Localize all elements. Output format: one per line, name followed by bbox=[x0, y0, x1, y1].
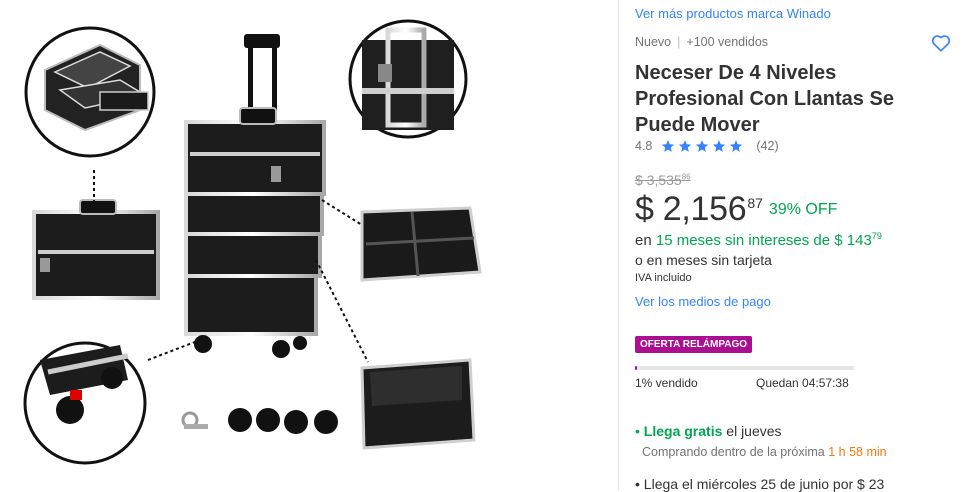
inset-handle bbox=[348, 19, 468, 139]
deal-countdown: Quedan 04:57:38 bbox=[756, 376, 849, 390]
flash-deal-badge: OFERTA RELÁMPAGO bbox=[635, 336, 753, 353]
price-amount: $ 2,156 bbox=[635, 190, 747, 228]
current-price: $ 2,156 87 39% OFF bbox=[635, 190, 837, 229]
rating-count: (42) bbox=[756, 139, 779, 153]
installments-prefix: en bbox=[635, 232, 652, 249]
payment-methods-link[interactable]: Ver los medios de pago bbox=[635, 294, 771, 309]
deal-progress-fill bbox=[635, 366, 638, 370]
installments-highlight: 15 meses sin intereses de $ 14379 bbox=[655, 231, 882, 249]
deal-progress-bar bbox=[635, 366, 854, 370]
inset-open-tray bbox=[24, 26, 156, 158]
deal-sold-label: 1% vendido bbox=[635, 376, 698, 390]
brand-link[interactable]: Ver más productos marca Winado bbox=[635, 6, 831, 21]
spare-parts bbox=[181, 408, 338, 434]
original-price-cents: 86 bbox=[681, 172, 691, 182]
shipping-free-highlight: Llega gratis bbox=[643, 423, 723, 439]
shipping-condition-time: 1 h 58 min bbox=[828, 445, 887, 459]
installments-line: en 15 meses sin intereses de $ 14379 bbox=[635, 231, 882, 249]
divider-tray bbox=[360, 206, 482, 282]
installments-cents: 79 bbox=[871, 231, 882, 241]
tax-note: IVA incluido bbox=[635, 272, 692, 284]
star-icon bbox=[713, 140, 726, 152]
rating-value: 4.8 bbox=[635, 139, 653, 153]
condition-row: Nuevo | +100 vendidos bbox=[635, 35, 768, 49]
star-icon bbox=[679, 140, 692, 152]
heart-outline-icon[interactable] bbox=[930, 32, 952, 54]
discount-label: 39% OFF bbox=[768, 201, 838, 218]
product-title: Neceser De 4 Niveles Profesional Con Lla… bbox=[635, 62, 894, 136]
dot-icon: • bbox=[635, 476, 640, 492]
shipping-free-day: el jueves bbox=[726, 423, 782, 439]
separator: | bbox=[677, 35, 681, 49]
rating-stars bbox=[661, 139, 746, 153]
product-photo-illustration bbox=[23, 19, 482, 465]
price-cents: 87 bbox=[747, 195, 763, 211]
star-icon bbox=[730, 140, 743, 152]
dot-icon: • bbox=[635, 423, 640, 439]
product-image[interactable] bbox=[0, 0, 618, 491]
panel-divider bbox=[618, 0, 619, 491]
installments-alt: o en meses sin tarjeta bbox=[635, 252, 772, 268]
trolley-case bbox=[184, 34, 326, 358]
shipping-free-condition: Comprando dentro de la próxima 1 h 58 mi… bbox=[642, 445, 887, 459]
condition-label: Nuevo bbox=[635, 35, 672, 49]
rating-row[interactable]: 4.8 (42) bbox=[635, 139, 779, 153]
open-drawer bbox=[360, 358, 476, 450]
product-info-panel: Ver más productos marca Winado Nuevo | +10… bbox=[635, 0, 955, 492]
inset-wheel bbox=[23, 341, 147, 465]
small-case bbox=[32, 199, 160, 300]
shipping-paid: • Llega el miércoles 25 de junio por $ 2… bbox=[635, 476, 884, 492]
original-price: $ 3,53586 bbox=[635, 172, 691, 188]
original-price-amount: $ 3,535 bbox=[635, 172, 682, 188]
installments-text: 15 meses sin intereses de $ 143 bbox=[655, 232, 872, 249]
star-icon bbox=[696, 140, 709, 152]
sold-count: +100 vendidos bbox=[686, 35, 769, 49]
star-icon bbox=[662, 140, 675, 152]
shipping-paid-text: Llega el miércoles 25 de junio por $ 23 bbox=[643, 476, 885, 492]
shipping-free: • Llega gratis el jueves bbox=[635, 423, 782, 439]
shipping-condition-text: Comprando dentro de la próxima bbox=[642, 445, 825, 459]
